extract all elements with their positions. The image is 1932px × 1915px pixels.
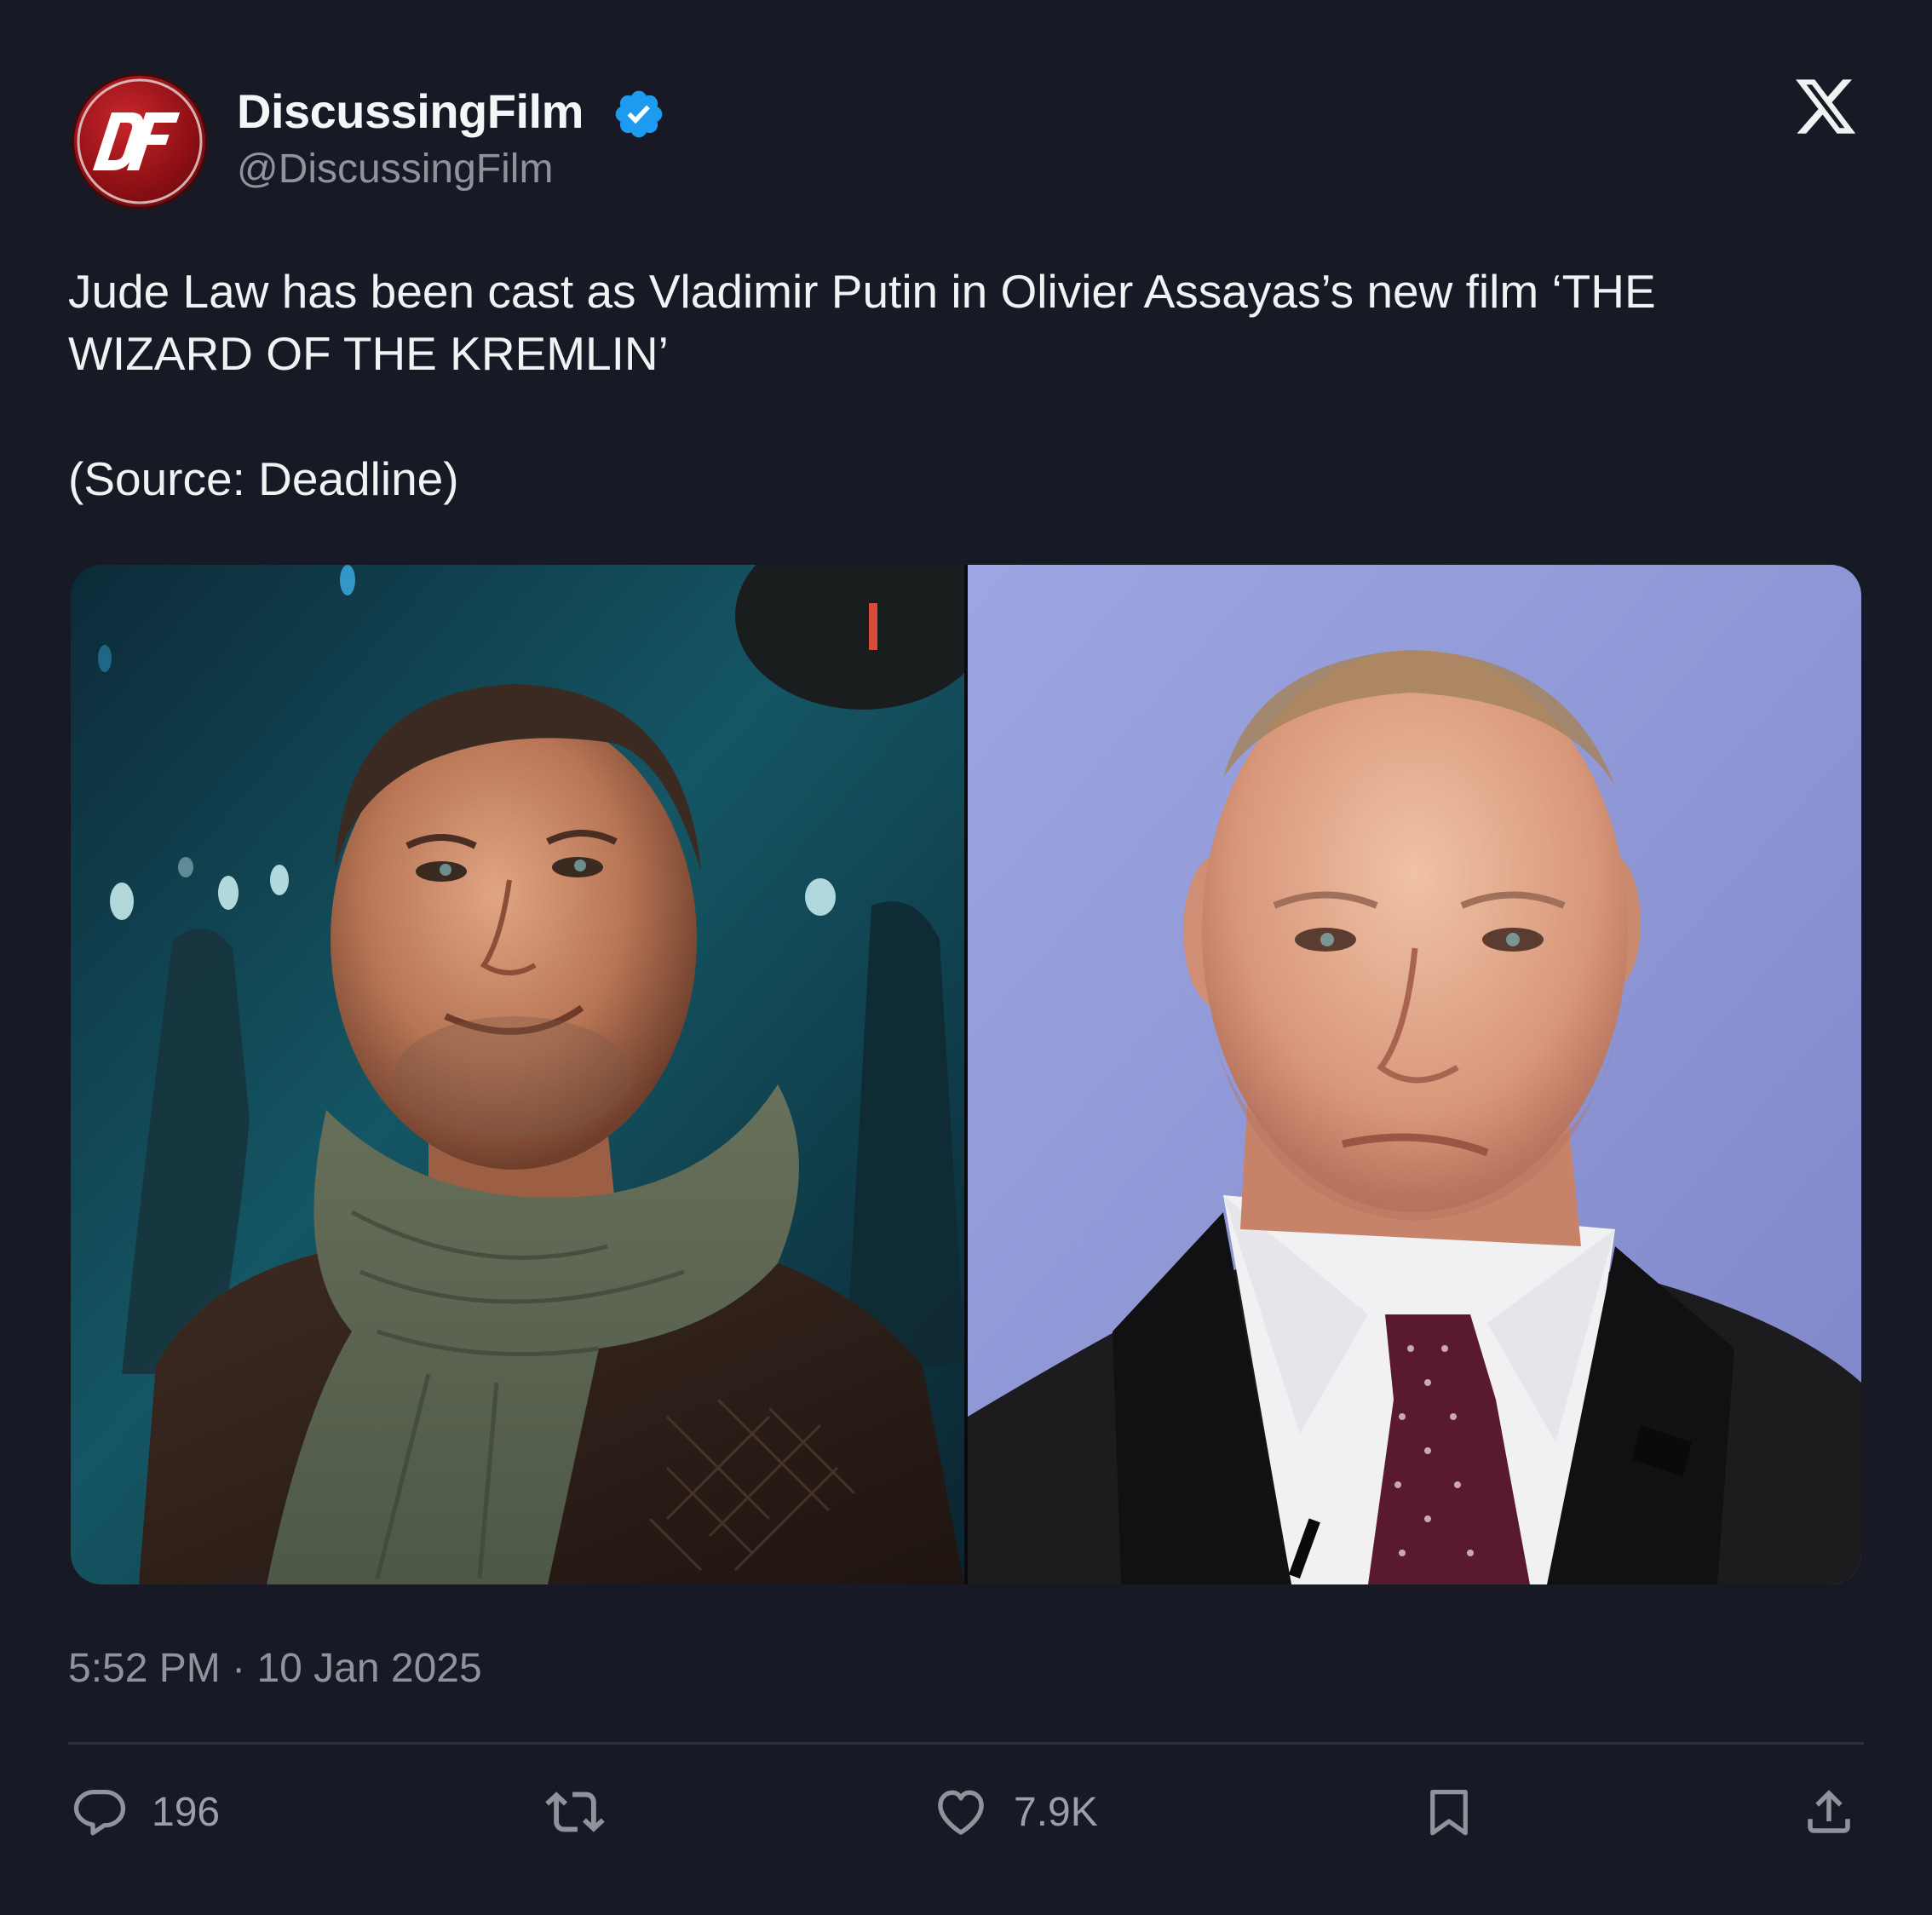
tweet-date: 10 Jan 2025 <box>256 1646 482 1691</box>
tweet-text-line: WIZARD OF THE KREMLIN’ <box>68 327 669 380</box>
author-avatar[interactable] <box>72 73 208 210</box>
vladimir-putin-photo[interactable] <box>968 565 1861 1584</box>
bookmark-button[interactable] <box>1421 1782 1477 1842</box>
like-button[interactable]: 7.9K <box>932 1782 1098 1842</box>
tweet-time: 5:52 PM <box>68 1646 221 1691</box>
heart-icon <box>938 1790 984 1835</box>
author-handle[interactable]: @DiscussingFilm <box>237 143 553 196</box>
retweet-button[interactable] <box>545 1782 605 1842</box>
retweet-icon <box>545 1791 605 1832</box>
tweet-text: Jude Law has been cast as Vladimir Putin… <box>68 261 1866 385</box>
df-logo-icon <box>77 78 203 204</box>
like-count: 7.9K <box>1014 1789 1098 1835</box>
bookmark-icon <box>1430 1790 1468 1836</box>
tweet-text-line: Jude Law has been cast as Vladimir Putin… <box>68 265 1656 318</box>
author-display-name[interactable]: DiscussingFilm <box>237 82 584 141</box>
tweet-media[interactable] <box>71 565 1861 1584</box>
share-icon <box>1808 1790 1850 1833</box>
timestamp-separator: · <box>232 1646 246 1691</box>
tweet-timestamp[interactable]: 5:52 PM · 10 Jan 2025 <box>68 1642 482 1695</box>
tweet-source: (Source: Deadline) <box>68 452 459 505</box>
tweet-card: DiscussingFilm @DiscussingFilm Jude Law … <box>0 0 1932 1915</box>
reply-button[interactable]: 196 <box>72 1782 220 1842</box>
jude-law-photo[interactable] <box>71 565 964 1584</box>
share-button[interactable] <box>1801 1782 1857 1842</box>
reply-count: 196 <box>152 1789 221 1835</box>
x-logo-icon[interactable] <box>1792 73 1859 140</box>
verified-badge-icon <box>615 90 663 138</box>
actions-divider <box>68 1742 1864 1745</box>
reply-icon <box>73 1790 126 1836</box>
